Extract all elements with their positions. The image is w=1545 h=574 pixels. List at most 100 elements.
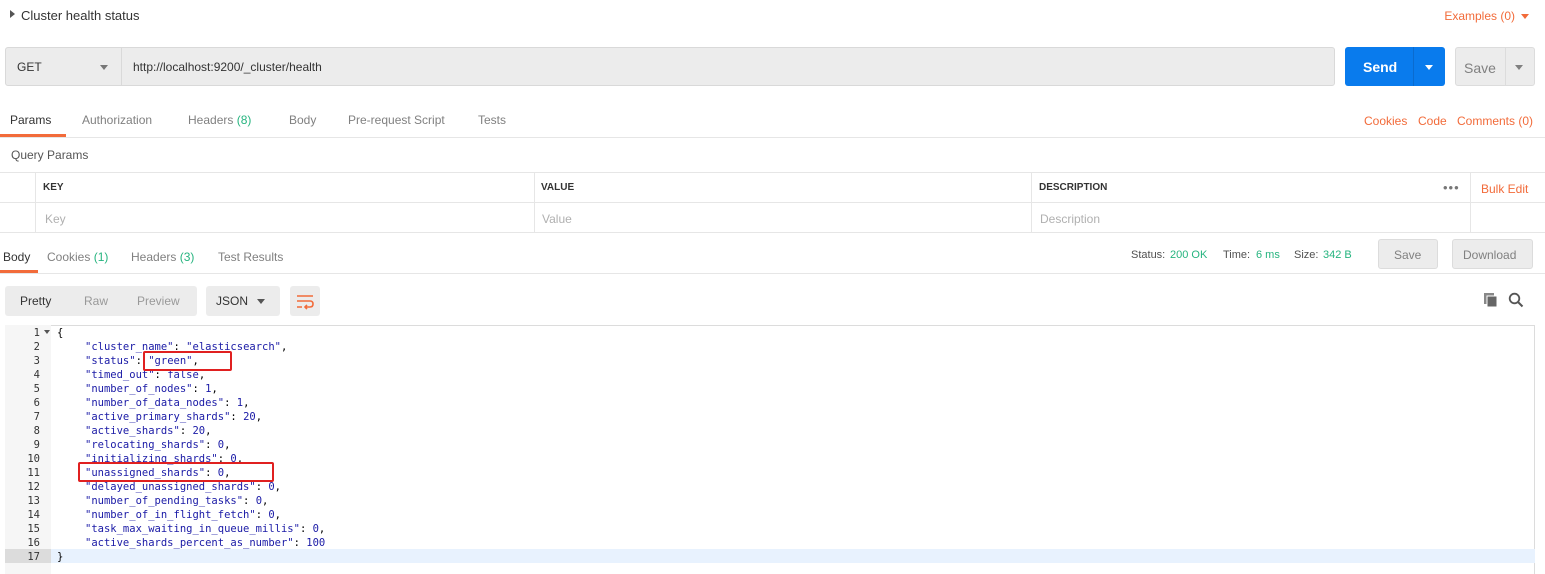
code-line: "task_max_waiting_in_queue_millis": 0, (85, 522, 325, 536)
line-number: 14 (27, 509, 40, 521)
json-separator: : (293, 537, 307, 549)
code-line: "number_of_pending_tasks": 0, (85, 494, 268, 508)
json-comma: , (274, 481, 281, 493)
description-input[interactable]: Description (1040, 212, 1100, 226)
line-number: 10 (27, 453, 40, 465)
json-key: "status" (85, 355, 136, 367)
key-input[interactable]: Key (45, 212, 66, 226)
cookies-link[interactable]: Cookies (1364, 114, 1407, 128)
request-title[interactable]: Cluster health status (21, 8, 140, 23)
divider (0, 137, 1545, 138)
code-line: "number_of_nodes": 1, (85, 382, 218, 396)
download-label[interactable]: Download (1463, 248, 1516, 262)
send-options-chevron-icon[interactable] (1425, 65, 1433, 70)
view-pretty[interactable]: Pretty (20, 294, 51, 308)
code-line: "number_of_data_nodes": 1, (85, 396, 249, 410)
time-value: 6 ms (1256, 249, 1280, 261)
code-link[interactable]: Code (1418, 114, 1447, 128)
response-tab-test-results[interactable]: Test Results (218, 250, 283, 264)
response-tab-cookies-count: (1) (93, 250, 109, 264)
save-options-chevron-icon[interactable] (1515, 65, 1523, 70)
bulk-edit-link[interactable]: Bulk Edit (1481, 182, 1528, 196)
send-button-label[interactable]: Send (1363, 59, 1397, 75)
tab-tests[interactable]: Tests (478, 113, 506, 127)
json-key: "relocating_shards" (85, 439, 206, 451)
format-value[interactable]: JSON (216, 294, 248, 308)
wrap-lines-button[interactable] (290, 286, 320, 316)
size-label: Size: (1294, 249, 1319, 261)
search-icon[interactable] (1508, 292, 1524, 308)
json-comma: , (274, 509, 281, 521)
line-number: 3 (33, 355, 40, 367)
method-label[interactable]: GET (17, 60, 42, 74)
response-tab-body[interactable]: Body (3, 250, 30, 264)
save-button-label[interactable]: Save (1464, 60, 1496, 76)
tab-headers[interactable]: Headers (8) (188, 113, 251, 127)
json-key: "number_of_in_flight_fetch" (85, 509, 256, 521)
collapse-caret-icon[interactable] (10, 10, 15, 18)
chevron-down-icon[interactable] (100, 65, 108, 70)
tab-pre-request-script[interactable]: Pre-request Script (348, 113, 445, 127)
examples-dropdown[interactable]: Examples (0) (1444, 9, 1515, 23)
json-comma: , (243, 397, 250, 409)
response-tab-headers-label: Headers (131, 250, 177, 264)
json-comma: , (205, 425, 212, 437)
code-line: "relocating_shards": 0, (85, 438, 230, 452)
line-number: 2 (33, 341, 40, 353)
json-comma: , (224, 439, 231, 451)
code-line: } (57, 550, 63, 564)
json-separator: : (179, 425, 193, 437)
line-number: 6 (33, 397, 40, 409)
json-key: "active_shards" (85, 425, 180, 437)
url-value[interactable]: http://localhost:9200/_cluster/health (133, 60, 322, 74)
wrap-lines-icon (297, 295, 314, 310)
json-key: "number_of_pending_tasks" (85, 495, 244, 507)
status-label: Status: (1131, 249, 1166, 261)
value-input[interactable]: Value (542, 212, 572, 226)
params-row-divider (0, 202, 1545, 203)
size-value: 342 B (1323, 249, 1352, 261)
json-comma: , (211, 383, 218, 395)
save-response-label[interactable]: Save (1394, 248, 1421, 262)
json-key: "delayed_unassigned_shards" (85, 481, 256, 493)
line-number: 1 (33, 327, 40, 339)
json-separator: : (243, 495, 256, 507)
tab-authorization[interactable]: Authorization (82, 113, 152, 127)
chevron-down-icon[interactable] (1521, 14, 1529, 19)
code-line: "active_shards_percent_as_number": 100 (85, 536, 325, 550)
json-separator: : (230, 411, 244, 423)
status-value: 200 OK (1170, 249, 1208, 261)
tab-params[interactable]: Params (10, 113, 51, 127)
tab-headers-label: Headers (188, 113, 234, 127)
column-divider (35, 172, 36, 233)
fold-toggle-icon[interactable] (44, 330, 50, 334)
tab-body[interactable]: Body (289, 113, 316, 127)
tab-headers-count: (8) (236, 113, 252, 127)
code-brace: { (57, 327, 64, 339)
column-divider (534, 172, 535, 233)
response-tab-headers[interactable]: Headers (3) (131, 250, 194, 264)
divider (0, 273, 1545, 274)
json-value: 20 (192, 425, 206, 437)
line-number: 4 (33, 369, 40, 381)
json-comma: , (318, 523, 326, 535)
line-number: 13 (27, 495, 40, 507)
response-tab-cookies-label: Cookies (47, 250, 91, 264)
line-number: 12 (27, 481, 40, 493)
json-value: 20 (243, 411, 256, 423)
copy-icon[interactable] (1483, 292, 1499, 308)
annotation-box (143, 351, 232, 371)
chevron-down-icon[interactable] (257, 299, 265, 304)
view-raw[interactable]: Raw (84, 294, 108, 308)
response-tab-cookies[interactable]: Cookies (1) (47, 250, 108, 264)
view-preview[interactable]: Preview (137, 294, 180, 308)
send-divider (1413, 47, 1414, 86)
save-divider (1505, 47, 1506, 86)
comments-link[interactable]: Comments (0) (1457, 114, 1533, 128)
json-key: "task_max_waiting_in_queue_millis" (85, 523, 300, 535)
json-separator: : (192, 383, 206, 395)
column-header-description: DESCRIPTION (1039, 182, 1108, 193)
more-options-icon[interactable]: ••• (1443, 180, 1460, 195)
line-number: 15 (27, 523, 40, 535)
json-key: "number_of_data_nodes" (85, 397, 225, 409)
